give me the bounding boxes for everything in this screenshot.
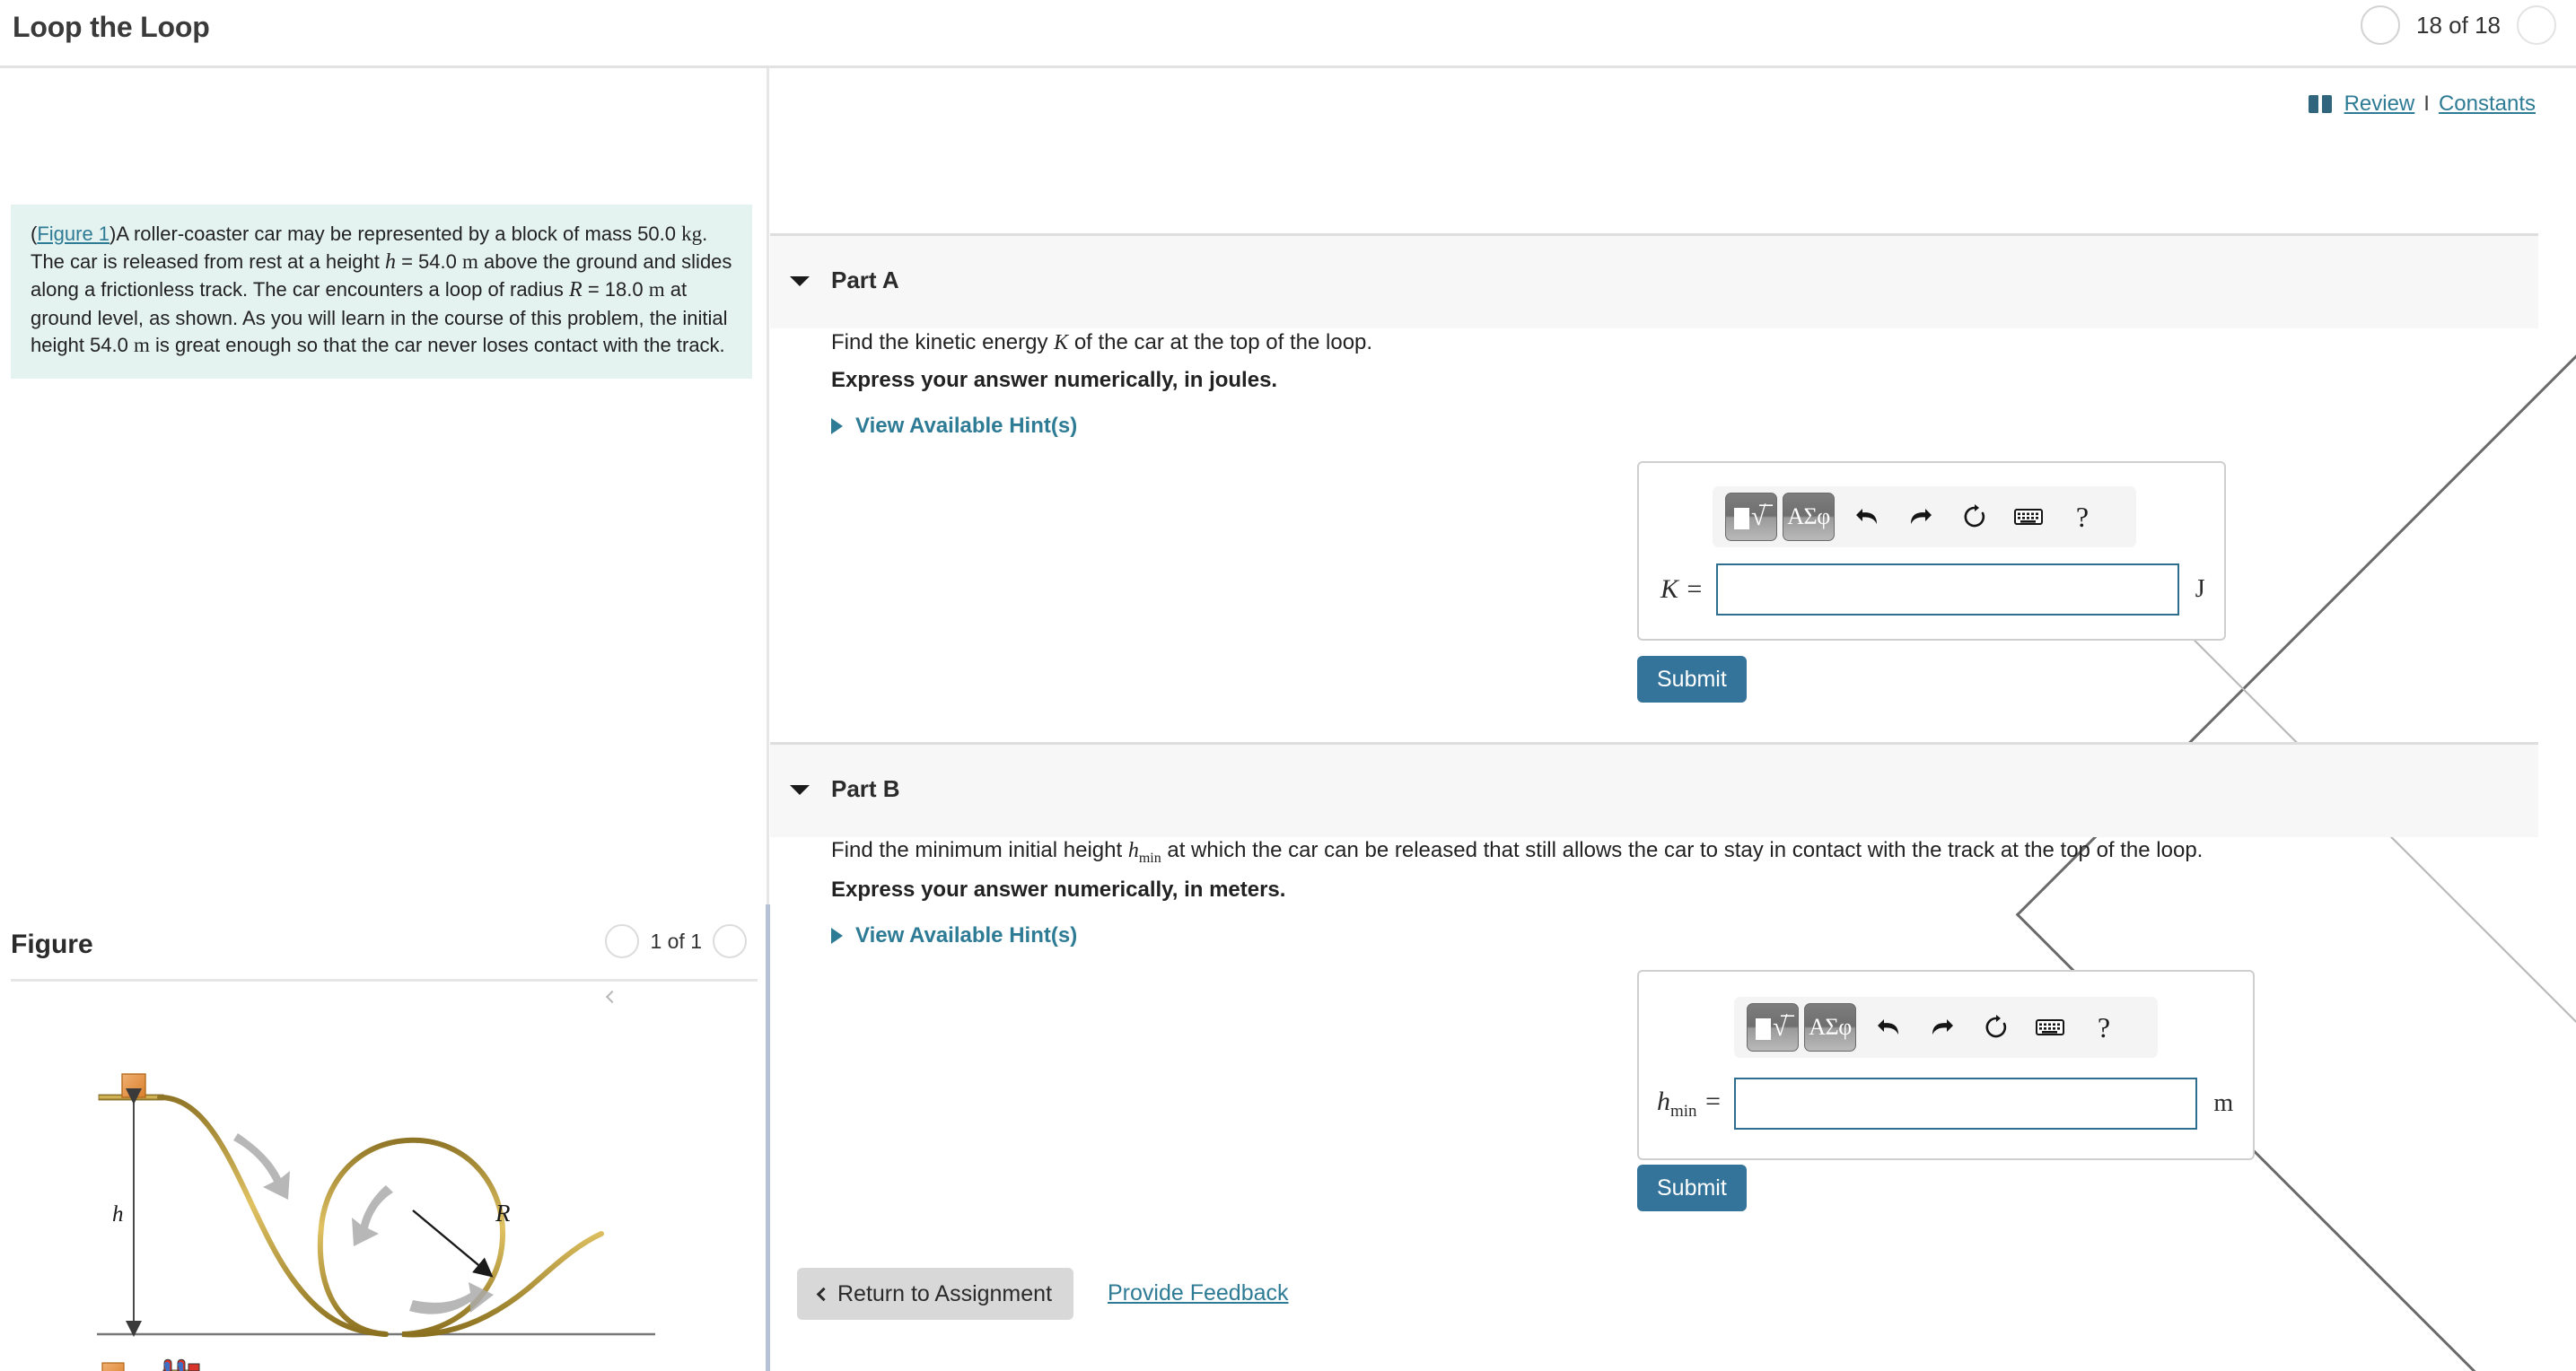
- figure-1-link[interactable]: Figure 1: [37, 223, 110, 245]
- provide-feedback-link[interactable]: Provide Feedback: [1108, 1280, 1289, 1306]
- unit-m-2: m: [648, 278, 665, 301]
- part-b-answer-input[interactable]: [1734, 1078, 2198, 1130]
- part-b-answer-box: √̅ ΑΣφ ? hmin = m: [1637, 970, 2255, 1160]
- part-a-math-toolbar: √̅ ΑΣφ ?: [1713, 486, 2136, 547]
- greek-symbols-button[interactable]: ΑΣφ: [1783, 493, 1835, 541]
- problem-text-7: is great enough so that the car never lo…: [149, 333, 725, 356]
- review-link[interactable]: Review: [2344, 92, 2415, 117]
- legend-car-icon: [162, 1358, 200, 1371]
- part-a-answer-input[interactable]: [1715, 563, 2179, 616]
- unit-m-3: m: [133, 333, 150, 356]
- part-a-answer-box: √̅ ΑΣφ ? K = J: [1637, 461, 2226, 641]
- figure-prev-button[interactable]: [605, 924, 640, 1004]
- page-title: Loop the Loop: [13, 11, 210, 43]
- roller-coaster-diagram: h R =: [97, 1073, 655, 1371]
- part-b-answer-label: hmin =: [1657, 1086, 1722, 1121]
- caret-right-icon: [831, 418, 843, 434]
- return-to-assignment-button[interactable]: Return to Assignment: [797, 1268, 1074, 1320]
- part-b-submit-button[interactable]: Submit: [1637, 1165, 1747, 1211]
- figure-pager: 1 of 1: [605, 545, 2576, 1371]
- undo-icon[interactable]: [1862, 1003, 1915, 1052]
- constants-link[interactable]: Constants: [2439, 92, 2536, 117]
- greek-symbols-button[interactable]: ΑΣφ: [1804, 1003, 1856, 1052]
- left-panel: (Figure 1)A roller-coaster car may be re…: [0, 68, 2576, 1371]
- chevron-left-icon: [816, 1287, 831, 1302]
- part-a-answer-row: K = J: [1660, 563, 2205, 616]
- help-icon[interactable]: ?: [2077, 1003, 2131, 1052]
- var-h: h: [384, 249, 396, 274]
- problem-text-3: = 54.0: [395, 249, 462, 273]
- part-a-label: Part A: [831, 266, 899, 293]
- part-a-question-post: of the car at the top of the loop.: [1068, 330, 1373, 354]
- part-b-question-post: at which the car can be released that st…: [1161, 838, 2204, 862]
- part-b-math-toolbar: √̅ ΑΣφ ?: [1734, 997, 2158, 1058]
- motion-arrows: [233, 1133, 494, 1314]
- problem-text-1: )A roller-coaster car may be represented…: [110, 223, 682, 245]
- redo-icon[interactable]: [1894, 493, 1948, 541]
- problem-text-5: = 18.0: [582, 278, 649, 301]
- problem-pager-label: 18 of 18: [2416, 11, 2501, 39]
- sqrt-template-icon[interactable]: √̅: [1725, 493, 1777, 541]
- part-a-question-var: K: [1054, 331, 1069, 354]
- figure-image[interactable]: h R =: [90, 1051, 682, 1371]
- problem-statement: (Figure 1)A roller-coaster car may be re…: [11, 205, 752, 380]
- part-b-hints-toggle[interactable]: View Available Hint(s): [831, 923, 1077, 948]
- resource-links: Review I Constants: [2308, 92, 2536, 117]
- part-a-unit: J: [2195, 575, 2205, 603]
- page-root: Loop the Loop 18 of 18 (Figure 1)A rolle…: [0, 0, 2576, 1371]
- next-problem-button[interactable]: [2517, 5, 2556, 45]
- book-icon: [2308, 95, 2332, 113]
- radius-arrow: [412, 1209, 494, 1278]
- track-downhill: [157, 1095, 389, 1337]
- return-to-assignment-label: Return to Assignment: [837, 1280, 1053, 1306]
- part-a-hints-toggle[interactable]: View Available Hint(s): [831, 414, 1077, 439]
- undo-icon[interactable]: [1840, 493, 1894, 541]
- part-a-question-pre: Find the kinetic energy: [831, 330, 1055, 354]
- caret-down-icon: [790, 276, 810, 286]
- keyboard-icon[interactable]: [2002, 493, 2055, 541]
- prev-problem-button[interactable]: [2015, 0, 2576, 1371]
- part-b-question: Find the minimum initial height hmin at …: [831, 838, 2203, 867]
- figure-next-button[interactable]: [713, 545, 2576, 1371]
- sqrt-template-icon[interactable]: √̅: [1747, 1003, 1799, 1052]
- part-a-submit-button[interactable]: Submit: [1637, 656, 1747, 703]
- top-header: Loop the Loop 18 of 18: [0, 0, 2576, 1371]
- part-b-question-var: hmin: [1127, 839, 1161, 866]
- part-a-hints-label: View Available Hint(s): [855, 414, 1078, 438]
- block-on-platform: [121, 1073, 146, 1098]
- part-b-header[interactable]: Part B: [770, 742, 2538, 837]
- var-R: R: [569, 278, 583, 302]
- reset-icon[interactable]: [1948, 493, 2002, 541]
- keyboard-icon[interactable]: [2023, 1003, 2077, 1052]
- unit-m-1: m: [461, 249, 478, 273]
- caret-right-icon: [831, 928, 843, 944]
- part-a-header[interactable]: Part A: [770, 233, 2538, 328]
- height-label: h: [112, 1202, 124, 1227]
- part-b-hints-label: View Available Hint(s): [855, 923, 1078, 947]
- unit-kg: kg: [681, 223, 703, 245]
- help-icon[interactable]: ?: [2055, 493, 2109, 541]
- part-b-unit: m: [2213, 1089, 2234, 1117]
- part-b-question-pre: Find the minimum initial height: [831, 838, 1128, 862]
- figure-pager-label: 1 of 1: [650, 929, 702, 953]
- part-a-answer-label: K =: [1660, 574, 1704, 604]
- right-panel: Review I Constants Part A Find the kinet…: [770, 68, 2576, 1371]
- legend-block-swatch: [101, 1362, 125, 1371]
- redo-icon[interactable]: [1915, 1003, 1969, 1052]
- part-a-question: Find the kinetic energy K of the car at …: [831, 330, 1372, 355]
- reset-icon[interactable]: [1969, 1003, 2023, 1052]
- part-a-instruction: Express your answer numerically, in joul…: [831, 368, 1278, 392]
- caret-down-icon: [790, 785, 810, 795]
- part-b-instruction: Express your answer numerically, in mete…: [831, 878, 1286, 902]
- figure-header: Figure 1 of 1: [11, 545, 2576, 1371]
- part-b-answer-row: hmin = m: [1657, 1078, 2233, 1130]
- link-separator: I: [2423, 92, 2430, 116]
- chevron-left-icon: [606, 990, 619, 1004]
- legend-equals: =: [133, 1363, 145, 1371]
- problem-pager: 18 of 18: [2015, 0, 2576, 1371]
- radius-label: R: [495, 1200, 511, 1227]
- part-b-label: Part B: [831, 775, 900, 802]
